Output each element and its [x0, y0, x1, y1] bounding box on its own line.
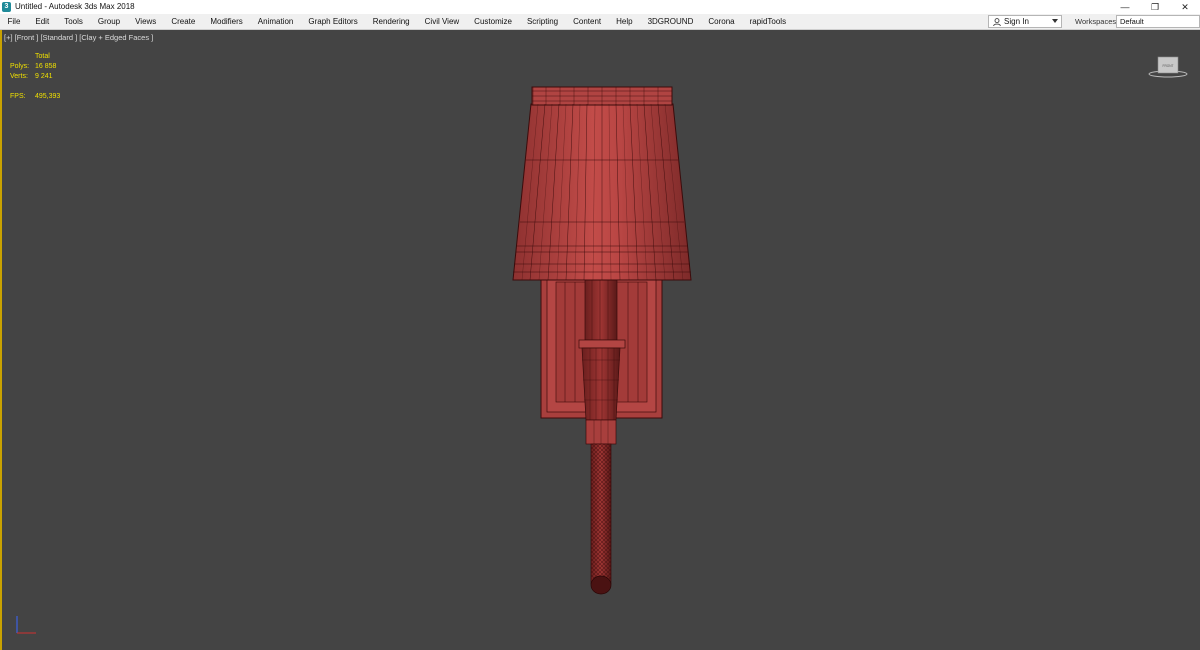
axis-tripod-icon: [16, 616, 36, 634]
lamp-shade: [512, 86, 692, 281]
lamp-rod: [590, 443, 612, 595]
wall-sconce-model[interactable]: [0, 0, 1200, 650]
